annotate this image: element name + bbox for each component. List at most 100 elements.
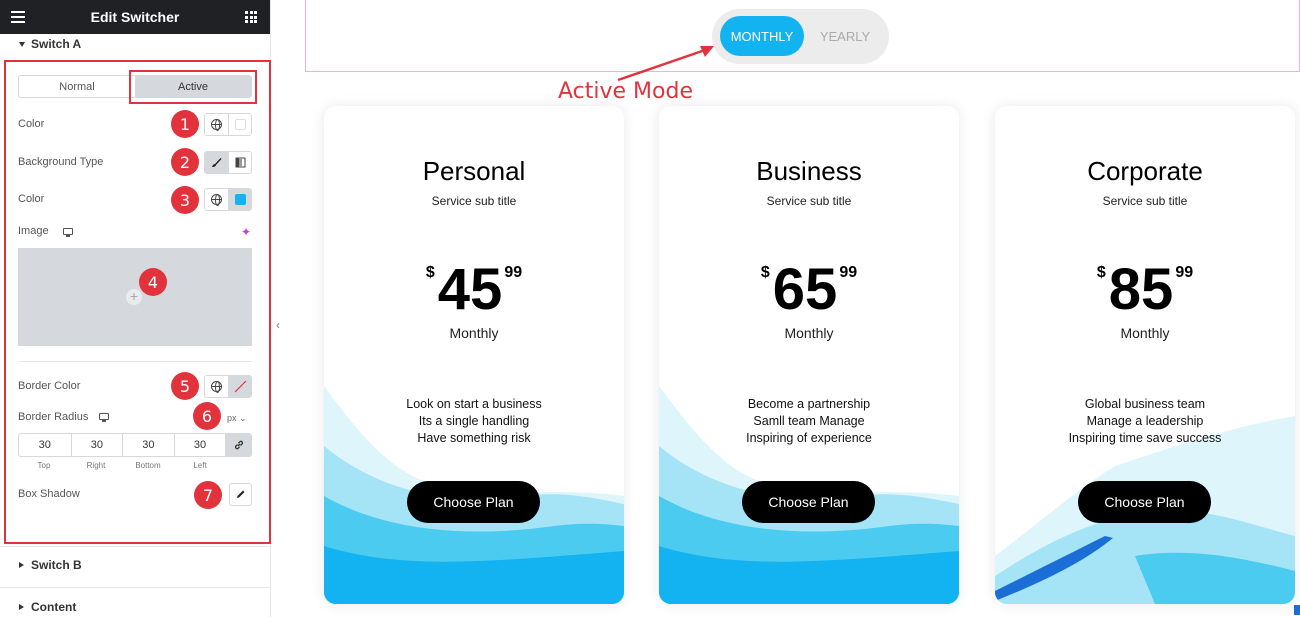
panel-header: Edit Switcher <box>0 0 270 34</box>
price-cents: 99 <box>504 264 523 281</box>
feature-item: Become a partnership <box>747 397 871 411</box>
no-color-icon <box>234 380 246 393</box>
step-badge-3: 3 <box>171 186 199 214</box>
global-bg-color-button[interactable] <box>205 189 228 210</box>
color-control <box>204 113 252 136</box>
border-color-control <box>204 375 252 398</box>
radius-bottom-label: Bottom <box>135 461 161 470</box>
border-radius-side-labels: Top Right Bottom Left <box>18 461 226 470</box>
units-select[interactable]: px ⌄ <box>227 413 247 424</box>
image-upload-area[interactable]: + <box>18 248 252 346</box>
radius-right-label: Right <box>86 461 106 470</box>
border-color-picker-button[interactable] <box>228 376 251 397</box>
bg-color-control <box>204 188 252 211</box>
card-title: Business <box>756 156 862 186</box>
hamburger-menu-icon[interactable] <box>11 11 25 23</box>
choose-plan-button[interactable]: Choose Plan <box>1078 481 1211 523</box>
add-image-icon[interactable]: + <box>126 289 142 305</box>
section-switch-b[interactable]: Switch B <box>0 555 271 575</box>
desktop-icon[interactable] <box>63 228 73 237</box>
feature-item: Samll team Manage <box>753 414 865 428</box>
bg-classic-button[interactable] <box>205 152 228 173</box>
price-cents: 99 <box>1175 264 1194 281</box>
caret-down-icon <box>19 41 25 47</box>
card-price: $ 65 99 <box>659 258 959 322</box>
choose-plan-button[interactable]: Choose Plan <box>742 481 875 523</box>
edit-box-shadow-button[interactable] <box>229 483 252 506</box>
feature-item: Look on start a business <box>406 397 542 411</box>
background-type-control <box>204 151 252 174</box>
bg-color-picker-button[interactable] <box>228 189 251 210</box>
price-currency: $ <box>425 264 435 281</box>
feature-item: Global business team <box>1084 397 1206 411</box>
divider <box>18 361 252 362</box>
box-shadow-label: Box Shadow <box>18 488 80 500</box>
color-picker-button[interactable] <box>228 114 251 135</box>
price-period: Monthly <box>449 325 499 341</box>
tab-normal[interactable]: Normal <box>19 76 135 97</box>
step-badge-4: 4 <box>139 268 167 296</box>
panel-title: Edit Switcher <box>90 9 180 25</box>
price-period: Monthly <box>1120 325 1170 341</box>
background-type-label: Background Type <box>18 156 104 168</box>
link-values-button[interactable] <box>225 434 251 456</box>
section-switch-a[interactable]: Switch A <box>0 34 271 54</box>
step-badge-6: 6 <box>193 402 221 430</box>
radius-left-label: Left <box>193 461 207 470</box>
card-subtitle: Service sub title <box>431 194 517 208</box>
feature-item: Its a single handling <box>418 414 530 428</box>
card-title: Corporate <box>1087 156 1203 186</box>
radius-right-input[interactable]: 30 <box>70 434 123 456</box>
section-content[interactable]: Content <box>0 597 271 617</box>
bg-color-label: Color <box>18 193 45 205</box>
radius-top-input[interactable]: 30 <box>19 434 71 456</box>
link-icon <box>234 440 243 450</box>
section-switch-a-label: Switch A <box>31 37 82 51</box>
price-amount: 65 <box>772 257 838 322</box>
switcher-toggle: MONTHLY YEARLY <box>712 9 889 64</box>
desktop-icon[interactable] <box>99 413 109 422</box>
bg-gradient-button[interactable] <box>228 152 251 173</box>
price-currency: $ <box>1096 264 1106 281</box>
image-label: Image <box>18 225 49 237</box>
card-price: $ 85 99 <box>995 258 1295 322</box>
switch-monthly[interactable]: MONTHLY <box>720 16 804 56</box>
annotation-label: Active Mode <box>558 79 693 104</box>
section-divider <box>0 546 271 547</box>
tab-active-highlight <box>129 70 257 104</box>
editor-panel: Edit Switcher Switch A Normal Active Col… <box>0 0 271 617</box>
section-switch-b-label: Switch B <box>31 558 82 572</box>
brush-icon <box>212 158 222 167</box>
ai-sparkle-icon[interactable]: ✦ <box>241 225 251 239</box>
globe-icon <box>211 119 222 131</box>
caret-right-icon <box>19 562 24 568</box>
radius-bottom-input[interactable]: 30 <box>122 434 174 456</box>
color-swatch <box>234 119 246 130</box>
gradient-icon <box>235 157 245 168</box>
feature-item: Manage a leadership <box>1086 414 1204 428</box>
section-content-label: Content <box>31 600 77 614</box>
feature-item: Have something risk <box>417 431 531 445</box>
collapse-panel-handle[interactable]: ‹ <box>271 300 285 350</box>
radius-left-input[interactable]: 30 <box>173 434 226 456</box>
border-radius-inputs: 30 30 30 30 <box>18 433 252 457</box>
feature-list: Become a partnership Samll team Manage I… <box>659 396 959 447</box>
pricing-card-personal: Personal Service sub title $ 45 99 Month… <box>324 106 624 604</box>
widgets-grid-icon[interactable] <box>245 11 257 23</box>
border-radius-label: Border Radius <box>18 411 89 423</box>
switch-yearly[interactable]: YEARLY <box>809 16 881 56</box>
step-badge-7: 7 <box>194 481 222 509</box>
global-color-button[interactable] <box>205 114 228 135</box>
caret-right-icon <box>19 604 24 610</box>
scroll-indicator[interactable] <box>1294 605 1300 615</box>
choose-plan-button[interactable]: Choose Plan <box>407 481 540 523</box>
feature-list: Look on start a business Its a single ha… <box>324 396 624 447</box>
pricing-card-business: Business Service sub title $ 65 99 Month… <box>659 106 959 604</box>
border-color-label: Border Color <box>18 380 81 392</box>
feature-item: Inspiring of experience <box>746 431 872 445</box>
card-subtitle: Service sub title <box>766 194 852 208</box>
price-currency: $ <box>760 264 770 281</box>
globe-icon <box>211 381 222 393</box>
global-border-color-button[interactable] <box>205 376 228 397</box>
color-label: Color <box>18 118 45 130</box>
